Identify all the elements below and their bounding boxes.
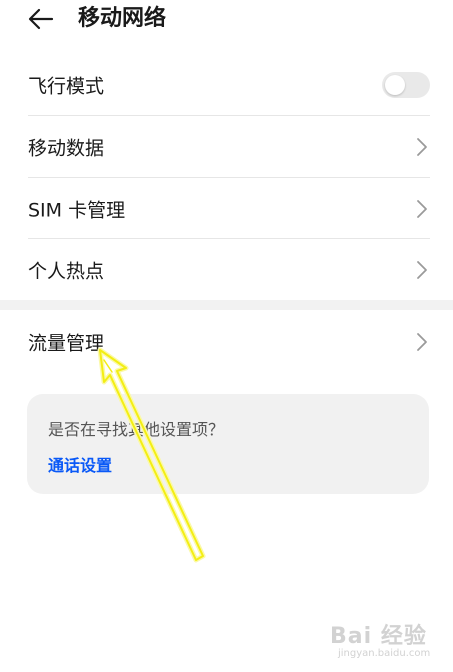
- setting-label: 飞行模式: [28, 75, 105, 98]
- back-button[interactable]: [26, 4, 56, 34]
- toggle-knob: [385, 75, 405, 95]
- setting-label: SIM 卡管理: [28, 199, 126, 222]
- setting-airplane-mode[interactable]: 飞行模式: [28, 54, 430, 116]
- section-separator: [0, 300, 453, 310]
- chevron-right-icon: [417, 200, 427, 218]
- setting-sim-management[interactable]: SIM 卡管理: [28, 178, 430, 240]
- arrow-left-icon: [28, 8, 54, 30]
- setting-data-usage[interactable]: 流量管理: [28, 311, 430, 373]
- setting-personal-hotspot[interactable]: 个人热点: [28, 239, 430, 301]
- watermark-logo: Bai 经验: [330, 624, 427, 649]
- watermark-url: jingyan.baidu.com: [338, 648, 431, 659]
- airplane-mode-toggle[interactable]: [382, 72, 430, 98]
- setting-label: 流量管理: [28, 332, 105, 355]
- chevron-right-icon: [417, 138, 427, 156]
- setting-mobile-data[interactable]: 移动数据: [28, 116, 430, 178]
- setting-label: 个人热点: [28, 260, 105, 283]
- suggestion-question: 是否在寻找其他设置项？: [48, 420, 225, 439]
- chevron-right-icon: [417, 261, 427, 279]
- header-bar: 移动网络: [0, 0, 453, 40]
- suggestion-card: 是否在寻找其他设置项？ 通话设置: [27, 394, 429, 494]
- setting-label: 移动数据: [28, 137, 105, 160]
- chevron-right-icon: [417, 333, 427, 351]
- page-title: 移动网络: [78, 6, 167, 31]
- watermark: Bai 经验 jingyan.baidu.com: [330, 618, 440, 666]
- call-settings-link[interactable]: 通话设置: [48, 452, 112, 476]
